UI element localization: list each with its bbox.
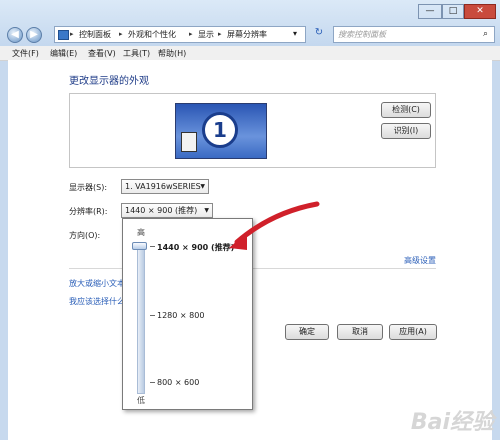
slider-high-label: 高	[137, 228, 145, 237]
breadcrumb-separator-icon: ▸	[70, 30, 74, 38]
breadcrumb-control-panel[interactable]: 控制面板	[79, 30, 111, 40]
display-select[interactable]: 1. VA1916wSERIES ▼	[121, 179, 209, 194]
slider-tick	[150, 315, 155, 316]
monitor-number-badge: 1	[202, 112, 238, 148]
watermark-logo: Bai经验	[410, 410, 494, 435]
breadcrumb-appearance[interactable]: 外观和个性化	[128, 30, 176, 40]
display-label: 显示器(S):	[69, 183, 108, 192]
chevron-down-icon: ▼	[200, 183, 205, 190]
minimize-button[interactable]: —	[418, 4, 442, 19]
resolution-option-1440[interactable]: 1440 × 900 (推荐)	[157, 242, 234, 253]
menu-edit[interactable]: 编辑(E)	[50, 48, 77, 59]
cancel-button[interactable]: 取消	[337, 324, 383, 340]
display-select-value: 1. VA1916wSERIES	[125, 182, 201, 191]
control-panel-icon	[58, 30, 69, 40]
page-title: 更改显示器的外观	[69, 76, 149, 87]
address-bar[interactable]: ▸ 控制面板 ▸ 外观和个性化 ▸ 显示 ▸ 屏幕分辨率 ▾	[54, 26, 306, 43]
slider-tick	[150, 246, 155, 247]
search-icon[interactable]: ⌕	[483, 29, 488, 39]
resolution-label: 分辨率(R):	[69, 207, 108, 216]
menu-view[interactable]: 查看(V)	[88, 48, 116, 59]
breadcrumb-separator-icon: ▸	[119, 30, 123, 38]
chevron-down-icon: ▼	[204, 207, 209, 214]
forward-button[interactable]: ▶	[26, 27, 42, 43]
close-button[interactable]: ✕	[464, 4, 496, 19]
slider-low-label: 低	[137, 396, 145, 405]
breadcrumb-screen-resolution[interactable]: 屏幕分辨率	[227, 30, 267, 40]
breadcrumb-display[interactable]: 显示	[198, 30, 214, 40]
menu-tools[interactable]: 工具(T)	[123, 48, 150, 59]
menu-file[interactable]: 文件(F)	[12, 48, 39, 59]
resolution-option-1280[interactable]: 1280 × 800	[157, 311, 204, 320]
maximize-button[interactable]: □	[442, 4, 464, 19]
breadcrumb-separator-icon: ▸	[218, 30, 222, 38]
menu-help[interactable]: 帮助(H)	[158, 48, 186, 59]
identify-button[interactable]: 识别(I)	[381, 123, 431, 139]
refresh-icon[interactable]: ↻	[310, 27, 328, 42]
search-input[interactable]: 搜索控制面板	[333, 26, 495, 43]
resolution-option-800[interactable]: 800 × 600	[157, 378, 199, 387]
orientation-label: 方向(O):	[69, 231, 101, 240]
resolution-slider-thumb[interactable]	[132, 242, 147, 250]
which-settings-link[interactable]: 我应该选择什么	[69, 296, 125, 307]
resolution-slider-track[interactable]	[137, 244, 145, 394]
back-button[interactable]: ◀	[7, 27, 23, 43]
monitor-figure-icon	[181, 132, 197, 152]
ok-button[interactable]: 确定	[285, 324, 329, 340]
resolution-select-value: 1440 × 900 (推荐)	[125, 206, 198, 215]
apply-button[interactable]: 应用(A)	[389, 324, 437, 340]
annotation-arrow-icon	[229, 201, 320, 250]
detect-button[interactable]: 检测(C)	[381, 102, 431, 118]
enlarge-text-link[interactable]: 放大或缩小文本	[69, 278, 125, 289]
breadcrumb-separator-icon: ▸	[189, 30, 193, 38]
slider-tick	[150, 382, 155, 383]
chevron-down-icon[interactable]: ▾	[293, 29, 297, 38]
resolution-select[interactable]: 1440 × 900 (推荐) ▼	[121, 203, 213, 218]
advanced-settings-link[interactable]: 高级设置	[404, 255, 436, 266]
